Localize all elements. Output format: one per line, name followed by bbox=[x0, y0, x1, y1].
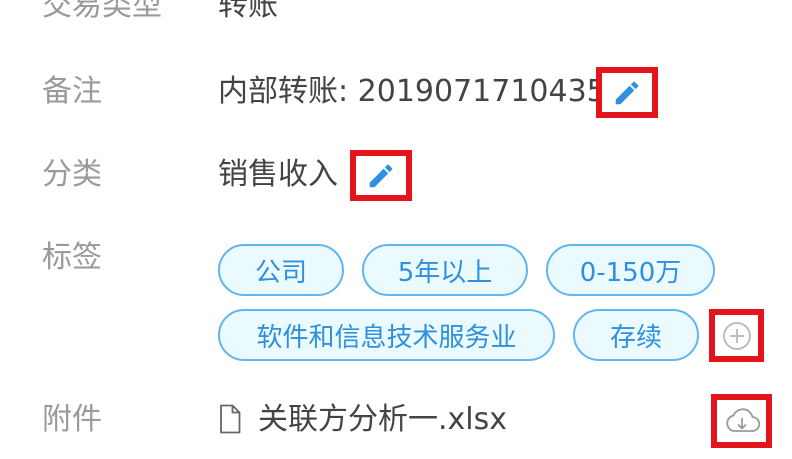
tag-chip[interactable]: 0-150万 bbox=[546, 244, 715, 296]
pencil-icon bbox=[369, 164, 393, 187]
category-edit-button[interactable] bbox=[350, 150, 412, 201]
category-label: 分类 bbox=[42, 157, 102, 192]
plus-circle-icon bbox=[722, 321, 751, 350]
tag-chip[interactable]: 5年以上 bbox=[362, 244, 528, 296]
tag-chip[interactable]: 软件和信息技术服务业 bbox=[218, 309, 555, 361]
download-button[interactable] bbox=[711, 394, 772, 448]
remark-label: 备注 bbox=[42, 74, 102, 109]
tags-label: 标签 bbox=[42, 240, 102, 275]
attachment-label: 附件 bbox=[42, 402, 102, 437]
category-value: 销售收入 bbox=[218, 157, 338, 192]
remark-edit-button[interactable] bbox=[596, 67, 658, 118]
tag-chip[interactable]: 公司 bbox=[218, 244, 344, 296]
cloud-download-icon bbox=[725, 408, 760, 432]
tag-chip[interactable]: 存续 bbox=[573, 309, 699, 361]
type-value: 转账 bbox=[218, 0, 278, 23]
add-tag-button[interactable] bbox=[709, 309, 764, 362]
remark-value: 内部转账: 20190717104356 bbox=[218, 74, 625, 109]
pencil-icon bbox=[615, 81, 639, 104]
attachment-file-name[interactable]: 关联方分析一.xlsx bbox=[258, 405, 507, 435]
type-label: 交易类型 bbox=[42, 0, 162, 23]
file-icon bbox=[220, 404, 241, 434]
